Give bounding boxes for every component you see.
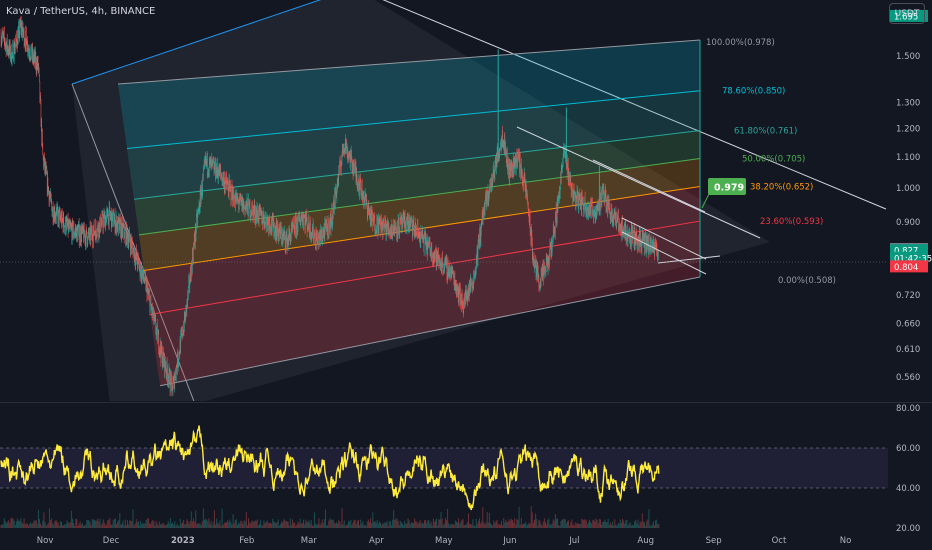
time-label-10: Sep [706, 536, 722, 546]
time-label-8: Jul [568, 536, 579, 546]
chart-svg[interactable]: 100.00%(0.978) 78.60%(0.850) 61.80%(0.761)… [0, 0, 932, 550]
price-tick-8: 0.610 [896, 345, 920, 355]
fib-level-label-0: 100.00%(0.978) [706, 38, 775, 48]
price-tick-3: 1.100 [896, 153, 920, 163]
price-tick-6: 0.720 [896, 291, 920, 301]
oscillator-tick-1: 60.00 [896, 444, 920, 454]
fib-level-label-6: 0.00%(0.508) [778, 276, 836, 286]
price-pane[interactable]: 100.00%(0.978) 78.60%(0.850) 61.80%(0.761)… [0, 0, 888, 404]
price-tick-2: 1.200 [896, 124, 920, 134]
time-label-9: Aug [637, 536, 654, 546]
time-label-3: Feb [239, 536, 254, 546]
price-tick-5: 0.900 [896, 218, 920, 228]
annotation-label: 0.979 [714, 183, 744, 194]
time-label-2: 2023 [171, 536, 195, 546]
fib-level-label-4: 38.20%(0.652) [750, 182, 813, 192]
fib-level-label-3: 50.00%(0.705) [742, 155, 805, 165]
price-tick-4: 1.000 [896, 184, 920, 194]
price-tick-0: 1.500 [896, 52, 920, 62]
time-label-11: Oct [772, 536, 787, 546]
price-tick-7: 0.660 [896, 319, 920, 329]
price-tick-9: 0.560 [896, 373, 920, 383]
time-label-4: Mar [301, 536, 318, 546]
oscillator-tick-3: 20.00 [896, 524, 920, 534]
oscillator-tick-2: 40.00 [896, 484, 920, 494]
time-label-5: Apr [369, 536, 384, 546]
fib-level-label-1: 78.60%(0.850) [722, 87, 785, 97]
time-label-12: No [840, 536, 852, 546]
volume-bars [0, 506, 660, 528]
time-label-7: Jun [502, 536, 516, 546]
price-tag-label-4: 0.804 [894, 263, 918, 273]
chart-title: Kava / TetherUS, 4h, BINANCE [6, 6, 156, 17]
time-label-6: May [435, 536, 453, 546]
oscillator-pane[interactable] [0, 425, 888, 529]
price-tick-1: 1.300 [896, 98, 920, 108]
fib-level-label-2: 61.80%(0.761) [734, 127, 797, 137]
fib-level-label-5: 23.60%(0.593) [760, 217, 823, 227]
time-label-0: Nov [37, 536, 54, 546]
time-label-1: Dec [103, 536, 120, 546]
currency-button[interactable]: USDT [889, 3, 925, 24]
oscillator-tick-0: 80.00 [896, 404, 920, 414]
